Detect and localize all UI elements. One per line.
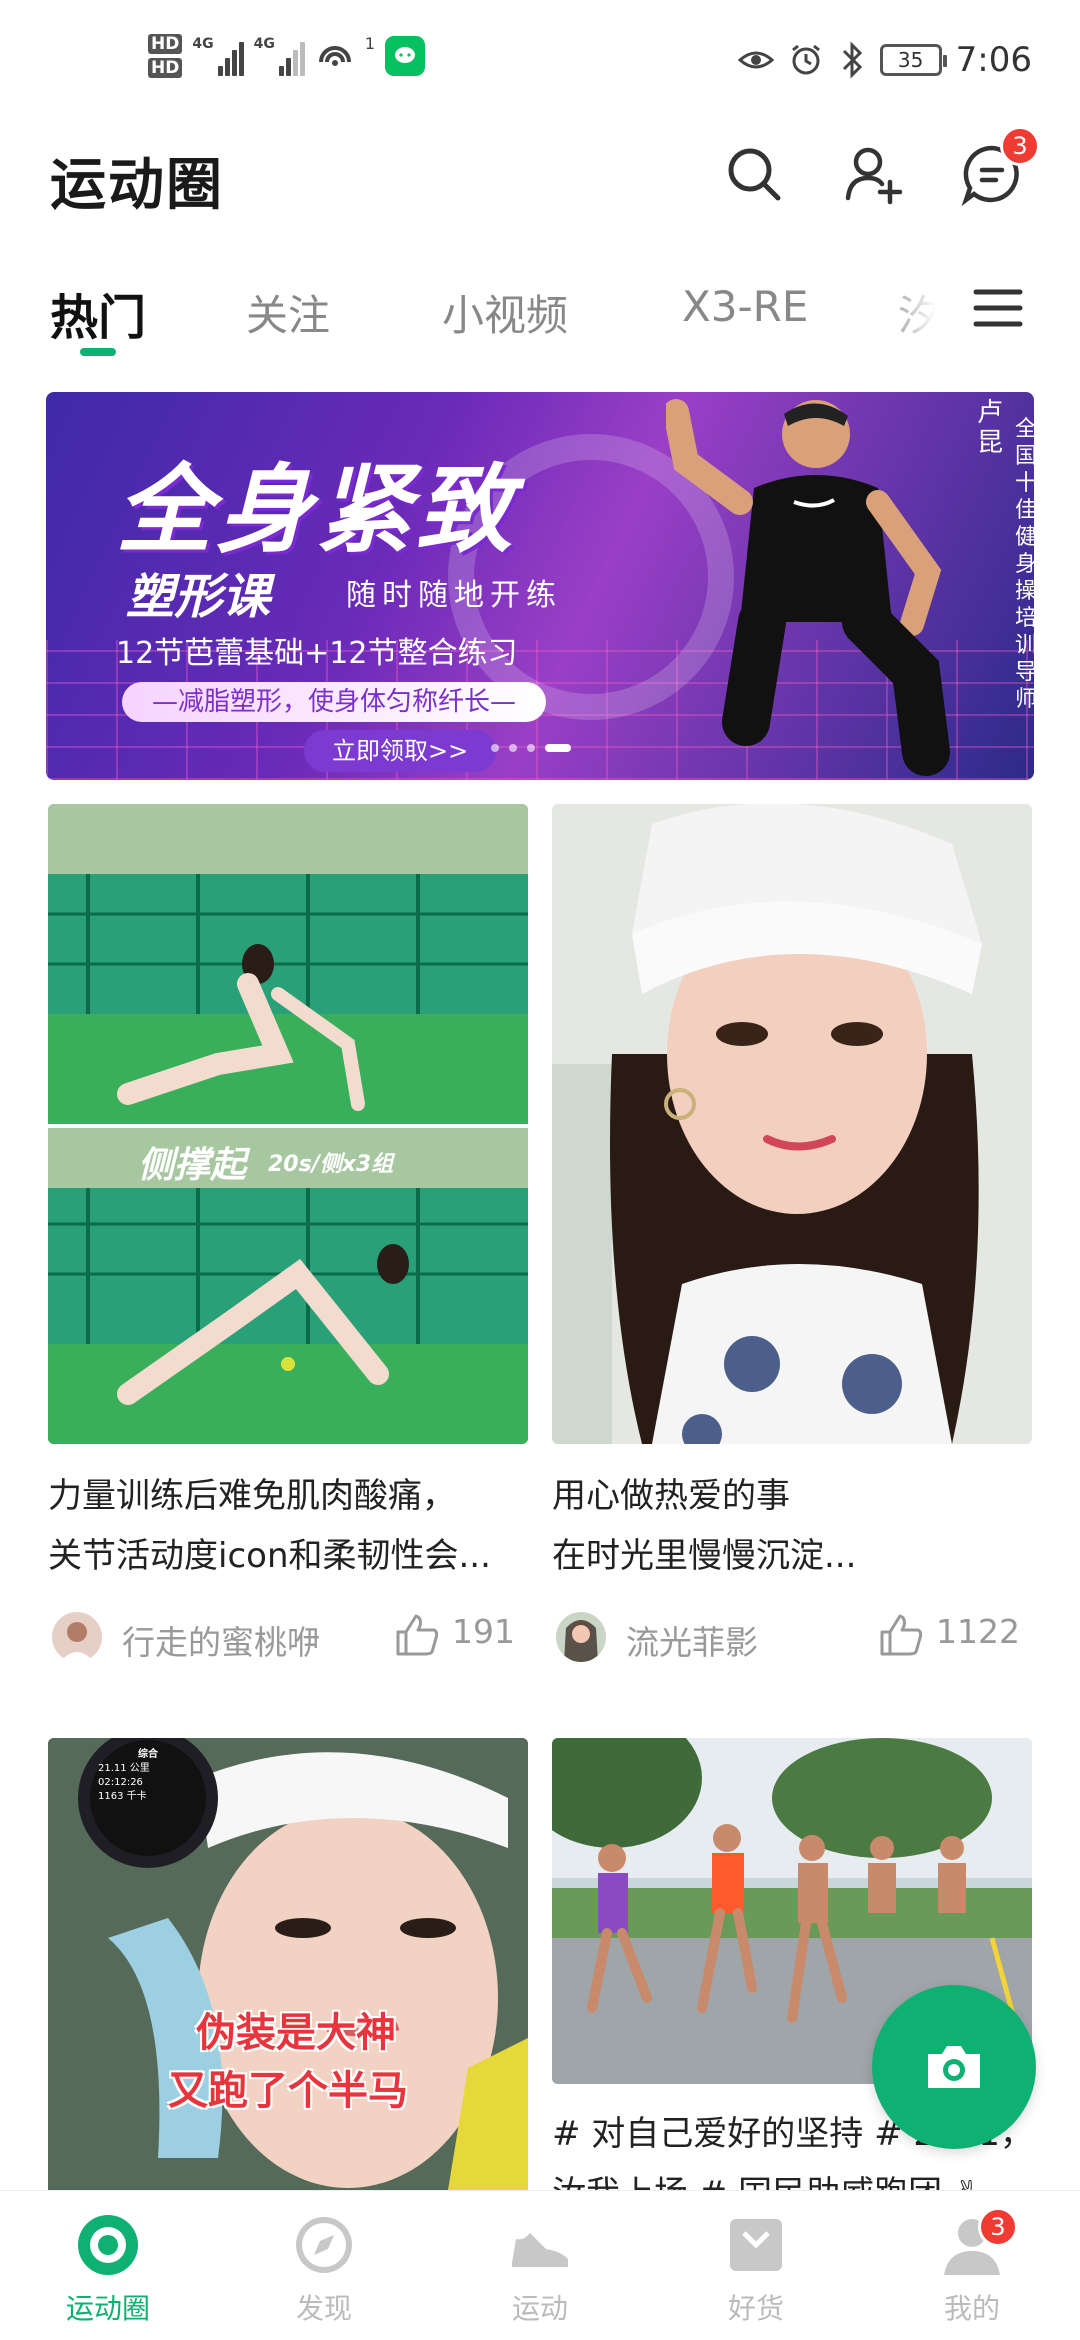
bluetooth-icon bbox=[842, 41, 862, 79]
notification-badge: 3 bbox=[978, 2207, 1018, 2247]
banner-title: 全身紧致 bbox=[116, 454, 516, 566]
avatar[interactable] bbox=[52, 1612, 102, 1662]
banner-description: 12节芭蕾基础+12节整合练习 bbox=[116, 636, 518, 671]
compass-icon bbox=[296, 2217, 352, 2273]
thumbs-up-icon[interactable] bbox=[394, 1612, 440, 1658]
card-title[interactable]: 在时光里慢慢沉淀... bbox=[552, 1526, 856, 1586]
notif-count: 1 bbox=[364, 34, 375, 53]
nav-goods[interactable]: 好货 bbox=[686, 2211, 826, 2331]
card-title[interactable]: 力量训练后难免肌肉酸痛， bbox=[48, 1466, 456, 1526]
like-count: 1122 bbox=[936, 1612, 1020, 1651]
add-friend-icon[interactable] bbox=[842, 142, 906, 206]
hd-icon: HD bbox=[148, 58, 183, 78]
camera-button[interactable] bbox=[872, 1985, 1036, 2149]
page-title: 运动圈 bbox=[50, 153, 224, 218]
promo-banner[interactable]: 全身紧致 塑形课 随时随地开练 12节芭蕾基础+12节整合练习 —减脂塑形，使身… bbox=[46, 392, 1034, 780]
shopping-bag-icon bbox=[730, 2219, 782, 2271]
trainer-title: 全国十佳健身操培训导师 bbox=[1014, 417, 1034, 712]
camera-icon bbox=[928, 2046, 980, 2088]
thumbs-up-icon[interactable] bbox=[878, 1612, 924, 1658]
shoe-icon bbox=[512, 2233, 568, 2267]
tab-short-video[interactable]: 小视频 bbox=[442, 282, 568, 343]
overlay-caption: 又跑了个半马 bbox=[168, 2068, 408, 2114]
clock: 7:06 bbox=[955, 40, 1032, 80]
avatar[interactable] bbox=[556, 1612, 606, 1662]
sports-circle-icon bbox=[78, 2215, 138, 2275]
hotspot-icon bbox=[318, 46, 351, 66]
signal-icon: 4G bbox=[192, 36, 244, 76]
nav-label: 我的 bbox=[943, 2292, 1000, 2325]
nav-label: 发现 bbox=[295, 2292, 352, 2325]
nav-label: 好货 bbox=[727, 2292, 784, 2325]
bottom-navigation: 运动圈 发现 运动 好货 我的 3 bbox=[0, 2190, 1080, 2340]
banner-subtitle: 塑形课 bbox=[126, 569, 271, 625]
page-dot bbox=[491, 744, 499, 752]
card-title[interactable]: 用心做热爱的事 bbox=[552, 1466, 790, 1526]
status-right: 35 7:06 bbox=[737, 40, 1032, 80]
feed-card-image[interactable] bbox=[552, 804, 1032, 1444]
banner-pill: —减脂塑形，使身体匀称纤长— bbox=[122, 682, 547, 722]
exercise-reps: 20s/侧x3组 bbox=[268, 1152, 394, 1177]
nav-discover[interactable]: 发现 bbox=[254, 2211, 394, 2331]
trainer-name: 卢昆 bbox=[976, 398, 1003, 458]
banner-tagline: 随时随地开练 bbox=[346, 578, 562, 613]
status-bar: HD HD 4G 4G 1 35 7:06 bbox=[0, 0, 1080, 130]
trainer-photo bbox=[666, 399, 950, 776]
alarm-icon bbox=[791, 44, 820, 75]
runner-selfie-photo bbox=[48, 1738, 528, 2190]
like-count: 191 bbox=[452, 1612, 515, 1651]
category-tabs: 热门 关注 小视频 X3-RE 汐 bbox=[0, 270, 1080, 370]
tab-fade bbox=[880, 270, 960, 360]
feed-card-image[interactable]: 综合 21.11 公里 02:12:26 1163 千卡 伪装是大神 又跑了个半… bbox=[48, 1738, 528, 2190]
selfie-photo bbox=[552, 804, 1032, 1444]
nav-label: 运动圈 bbox=[65, 2292, 150, 2325]
wechat-icon bbox=[385, 36, 425, 76]
menu-icon[interactable] bbox=[972, 282, 1024, 334]
hd-indicators: HD HD bbox=[148, 34, 183, 78]
author-name[interactable]: 流光菲影 bbox=[626, 1616, 758, 1664]
nav-sports-circle[interactable]: 运动圈 bbox=[38, 2211, 178, 2331]
yoga-photo bbox=[48, 804, 528, 1444]
battery-icon: 35 bbox=[879, 44, 947, 76]
page-dot-active bbox=[545, 744, 571, 752]
status-left: HD HD 4G 4G 1 bbox=[148, 34, 425, 78]
watch-stats: 综合 21.11 公里 02:12:26 1163 千卡 bbox=[98, 1749, 158, 1802]
feed-card-image[interactable]: 侧撑起 20s/侧x3组 bbox=[48, 804, 528, 1444]
nav-profile[interactable]: 我的 3 bbox=[902, 2207, 1042, 2331]
tab-hot[interactable]: 热门 bbox=[50, 278, 146, 348]
active-tab-indicator bbox=[80, 348, 116, 356]
tab-x3-re[interactable]: X3-RE bbox=[682, 282, 808, 331]
nav-label: 运动 bbox=[511, 2292, 568, 2325]
signal-icon: 4G bbox=[254, 36, 305, 76]
overlay-caption: 伪装是大神 bbox=[196, 2010, 396, 2056]
eye-icon bbox=[737, 51, 774, 69]
nav-exercise[interactable]: 运动 bbox=[470, 2211, 610, 2331]
messages-button[interactable]: 3 bbox=[960, 126, 1040, 212]
card-title[interactable]: 关节活动度icon和柔韧性会... bbox=[48, 1526, 491, 1586]
hd-icon: HD bbox=[148, 34, 183, 54]
page-dot bbox=[509, 744, 517, 752]
search-icon[interactable] bbox=[722, 142, 786, 206]
author-name[interactable]: 行走的蜜桃咿 bbox=[122, 1616, 320, 1664]
tab-follow[interactable]: 关注 bbox=[246, 282, 330, 343]
claim-button[interactable]: 立即领取>> bbox=[304, 730, 497, 772]
notification-badge: 3 bbox=[1000, 126, 1040, 166]
banner-pagination bbox=[491, 744, 571, 752]
page-dot bbox=[527, 744, 535, 752]
exercise-label: 侧撑起 bbox=[138, 1145, 247, 1186]
